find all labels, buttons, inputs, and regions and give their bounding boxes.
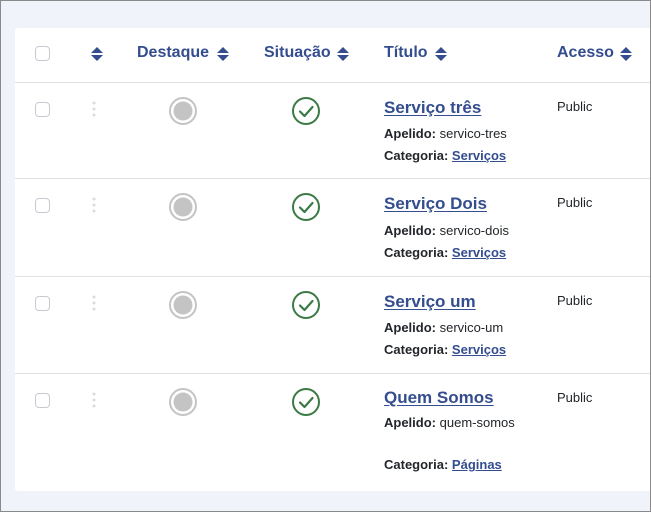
table-row: Quem Somos Apelido: quem-somos Categoria… — [15, 374, 650, 491]
article-category: Categoria: Serviços — [384, 342, 506, 357]
alias-label: Apelido: — [384, 126, 436, 141]
drag-handle-icon[interactable] — [92, 392, 96, 408]
row-checkbox[interactable] — [35, 198, 50, 213]
category-link[interactable]: Páginas — [452, 457, 502, 472]
access-level: Public — [557, 390, 593, 405]
drag-handle-icon[interactable] — [92, 197, 96, 213]
unfeatured-circle-icon[interactable] — [168, 387, 198, 417]
article-alias: Apelido: servico-dois — [384, 223, 509, 238]
column-featured[interactable]: Destaque — [137, 44, 209, 62]
article-title-link[interactable]: Serviço Dois — [384, 194, 487, 214]
drag-handle-icon[interactable] — [92, 101, 96, 117]
category-label: Categoria: — [384, 342, 449, 357]
column-title[interactable]: Título — [384, 44, 428, 62]
published-check-icon[interactable] — [291, 290, 321, 320]
articles-table: Destaque Situação Título Acesso Serviço … — [15, 28, 650, 491]
drag-handle-icon[interactable] — [92, 295, 96, 311]
table-row: Serviço um Apelido: servico-um Categoria… — [15, 277, 650, 374]
row-checkbox[interactable] — [35, 296, 50, 311]
sort-icon[interactable] — [217, 47, 229, 61]
table-row: Serviço Dois Apelido: servico-dois Categ… — [15, 179, 650, 277]
unfeatured-circle-icon[interactable] — [168, 290, 198, 320]
article-title-link[interactable]: Serviço três — [384, 98, 481, 118]
access-level: Public — [557, 99, 593, 114]
article-alias: Apelido: servico-um — [384, 320, 503, 335]
alias-value: servico-um — [439, 320, 504, 335]
category-link[interactable]: Serviços — [452, 245, 506, 260]
category-link[interactable]: Serviços — [452, 342, 506, 357]
alias-value: servico-tres — [439, 126, 507, 141]
sort-icon[interactable] — [620, 47, 632, 61]
category-label: Categoria: — [384, 148, 449, 163]
unfeatured-circle-icon[interactable] — [168, 96, 198, 126]
column-access[interactable]: Acesso — [557, 44, 614, 62]
alias-value: servico-dois — [439, 223, 509, 238]
article-category: Categoria: Serviços — [384, 245, 506, 260]
access-level: Public — [557, 293, 593, 308]
alias-label: Apelido: — [384, 223, 436, 238]
alias-label: Apelido: — [384, 320, 436, 335]
article-alias: Apelido: quem-somos — [384, 412, 524, 434]
row-checkbox[interactable] — [35, 102, 50, 117]
sort-icon[interactable] — [91, 47, 103, 61]
published-check-icon[interactable] — [291, 387, 321, 417]
access-level: Public — [557, 195, 593, 210]
row-checkbox[interactable] — [35, 393, 50, 408]
article-category: Categoria: Serviços — [384, 148, 506, 163]
article-alias: Apelido: servico-tres — [384, 126, 507, 141]
category-label: Categoria: — [384, 457, 449, 472]
category-label: Categoria: — [384, 245, 449, 260]
article-title-link[interactable]: Serviço um — [384, 292, 476, 312]
select-all-checkbox[interactable] — [35, 46, 50, 61]
sort-icon[interactable] — [435, 47, 447, 61]
alias-label: Apelido: — [384, 415, 436, 430]
window-frame: Destaque Situação Título Acesso Serviço … — [0, 0, 651, 512]
article-title-link[interactable]: Quem Somos — [384, 388, 494, 408]
column-status[interactable]: Situação — [264, 44, 331, 62]
alias-value: quem-somos — [439, 415, 515, 430]
sort-icon[interactable] — [337, 47, 349, 61]
article-category: Categoria: Páginas — [384, 457, 502, 472]
table-header: Destaque Situação Título Acesso — [15, 28, 650, 83]
table-row: Serviço três Apelido: servico-tres Categ… — [15, 83, 650, 179]
category-link[interactable]: Serviços — [452, 148, 506, 163]
published-check-icon[interactable] — [291, 96, 321, 126]
published-check-icon[interactable] — [291, 192, 321, 222]
unfeatured-circle-icon[interactable] — [168, 192, 198, 222]
